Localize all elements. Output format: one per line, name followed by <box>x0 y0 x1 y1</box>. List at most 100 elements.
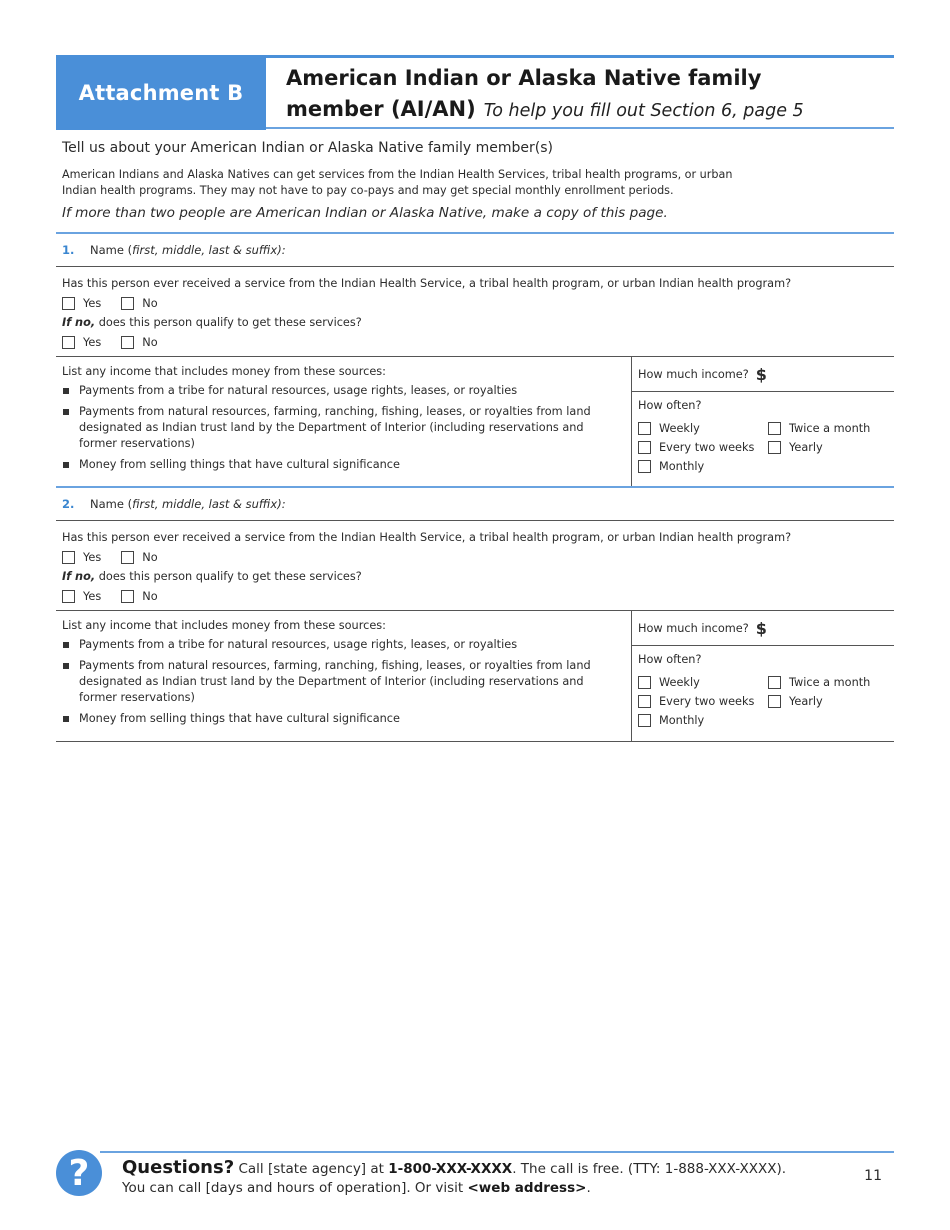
list-item: Money from selling things that have cult… <box>62 457 625 473</box>
income-amount-field[interactable]: How much income? $ <box>632 357 894 392</box>
page-number: 11 <box>864 1168 882 1184</box>
question-received-service: Has this person ever received a service … <box>62 531 792 544</box>
frequency-label: How often? <box>638 653 702 666</box>
name-field[interactable]: 2. Name (first, middle, last & suffix): <box>56 488 894 521</box>
checkbox-icon[interactable] <box>121 335 135 349</box>
list-item: Money from selling things that have cult… <box>62 711 625 727</box>
checkbox-icon[interactable] <box>62 335 75 349</box>
phone-number: 1-800-XXX-XXXX <box>388 1161 513 1177</box>
question-received-service: Has this person ever received a service … <box>62 277 792 290</box>
checkbox-twice-a-month[interactable]: Twice a month <box>768 420 888 437</box>
member-section-2: 2. Name (first, middle, last & suffix): … <box>56 488 894 742</box>
checkbox-qualify-yes[interactable]: Yes <box>62 589 101 603</box>
checkbox-received-yes[interactable]: Yes <box>62 296 101 310</box>
income-amount-label: How much income? <box>638 621 749 635</box>
checkbox-icon[interactable] <box>768 676 781 689</box>
page-footer: ? Questions? Call [state agency] at 1-80… <box>56 1148 894 1198</box>
checkbox-qualify-no[interactable]: No <box>121 335 158 349</box>
name-label: Name (first, middle, last & suffix): <box>90 243 286 257</box>
name-label: Name (first, middle, last & suffix): <box>90 497 286 511</box>
checkbox-icon[interactable] <box>768 695 781 708</box>
income-sources-heading: List any income that includes money from… <box>62 619 386 632</box>
checkbox-monthly[interactable]: Monthly <box>638 712 768 729</box>
income-amount-field[interactable]: How much income? $ <box>632 611 894 646</box>
checkbox-icon[interactable] <box>638 676 651 689</box>
member-section-1: 1. Name (first, middle, last & suffix): … <box>56 232 894 488</box>
checkbox-weekly[interactable]: Weekly <box>638 674 768 691</box>
income-section: List any income that includes money from… <box>56 357 894 488</box>
checkbox-icon[interactable] <box>121 296 135 310</box>
member-number: 2. <box>62 497 75 511</box>
list-item: Payments from natural resources, farming… <box>62 404 625 452</box>
income-sources-list: Payments from a tribe for natural resour… <box>62 637 625 727</box>
list-item: Payments from a tribe for natural resour… <box>62 637 625 653</box>
bullet-icon <box>63 462 69 468</box>
questions-label: Questions? <box>122 1157 235 1178</box>
checkbox-icon[interactable] <box>638 441 651 454</box>
checkbox-yearly[interactable]: Yearly <box>768 693 888 710</box>
checkbox-icon[interactable] <box>638 460 651 473</box>
checkbox-icon[interactable] <box>62 550 75 564</box>
income-sources: List any income that includes money from… <box>56 357 632 486</box>
income-amount-label: How much income? <box>638 367 749 381</box>
title-line-1: American Indian or Alaska Native family <box>286 66 762 90</box>
list-item: Payments from a tribe for natural resour… <box>62 383 625 399</box>
question-qualify: If no, does this person qualify to get t… <box>62 316 362 329</box>
frequency-group: How often? Weekly Twice a month Every tw… <box>632 392 894 481</box>
income-sources: List any income that includes money from… <box>56 611 632 741</box>
footer-divider <box>100 1151 894 1153</box>
list-item: Payments from natural resources, farming… <box>62 658 625 706</box>
checkbox-icon[interactable] <box>121 589 135 603</box>
income-details: How much income? $ How often? Weekly Twi… <box>632 611 894 741</box>
question-icon: ? <box>56 1150 102 1196</box>
page-header: Attachment B American Indian or Alaska N… <box>56 55 894 130</box>
checkbox-twice-a-month[interactable]: Twice a month <box>768 674 888 691</box>
intro-body-line: American Indians and Alaska Natives can … <box>62 168 733 181</box>
checkbox-icon[interactable] <box>638 695 651 708</box>
web-address: <web address> <box>467 1180 587 1196</box>
checkbox-icon[interactable] <box>62 589 75 603</box>
checkbox-icon[interactable] <box>768 441 781 454</box>
attachment-tab: Attachment B <box>56 55 266 130</box>
checkbox-qualify-yes[interactable]: Yes <box>62 335 101 349</box>
footer-contact-text: Questions? Call [state agency] at 1-800-… <box>122 1157 786 1196</box>
member-number: 1. <box>62 243 75 257</box>
checkbox-every-two-weeks[interactable]: Every two weeks <box>638 439 768 456</box>
checkbox-icon[interactable] <box>768 422 781 435</box>
name-field[interactable]: 1. Name (first, middle, last & suffix): <box>56 234 894 267</box>
page-title: American Indian or Alaska Native family … <box>286 63 804 127</box>
bullet-icon <box>63 716 69 722</box>
intro-note: If more than two people are American Ind… <box>62 205 668 221</box>
question-qualify: If no, does this person qualify to get t… <box>62 570 362 583</box>
title-line-2-text: member (AI/AN) <box>286 97 476 121</box>
dollar-icon: $ <box>755 364 767 384</box>
bullet-icon <box>63 388 69 394</box>
checkbox-icon[interactable] <box>121 550 135 564</box>
checkbox-icon[interactable] <box>62 296 75 310</box>
checkbox-received-yes[interactable]: Yes <box>62 550 101 564</box>
title-line-2: member (AI/AN) To help you fill out Secti… <box>286 94 804 127</box>
dollar-icon: $ <box>755 618 767 638</box>
intro-title: Tell us about your American Indian or Al… <box>62 140 553 156</box>
checkbox-yearly[interactable]: Yearly <box>768 439 888 456</box>
checkbox-every-two-weeks[interactable]: Every two weeks <box>638 693 768 710</box>
bullet-icon <box>63 642 69 648</box>
checkbox-monthly[interactable]: Monthly <box>638 458 768 475</box>
checkbox-weekly[interactable]: Weekly <box>638 420 768 437</box>
service-questions: Has this person ever received a service … <box>56 521 894 611</box>
bullet-icon <box>63 663 69 669</box>
checkbox-icon[interactable] <box>638 422 651 435</box>
intro-body-line: Indian health programs. They may not hav… <box>62 184 674 197</box>
page-subtitle: To help you fill out Section 6, page 5 <box>483 101 804 121</box>
income-sources-heading: List any income that includes money from… <box>62 365 386 378</box>
checkbox-icon[interactable] <box>638 714 651 727</box>
frequency-group: How often? Weekly Twice a month Every tw… <box>632 646 894 735</box>
income-sources-list: Payments from a tribe for natural resour… <box>62 383 625 473</box>
checkbox-received-no[interactable]: No <box>121 550 158 564</box>
checkbox-qualify-no[interactable]: No <box>121 589 158 603</box>
income-section: List any income that includes money from… <box>56 611 894 742</box>
income-details: How much income? $ How often? Weekly Twi… <box>632 357 894 486</box>
frequency-label: How often? <box>638 399 702 412</box>
checkbox-received-no[interactable]: No <box>121 296 158 310</box>
service-questions: Has this person ever received a service … <box>56 267 894 357</box>
